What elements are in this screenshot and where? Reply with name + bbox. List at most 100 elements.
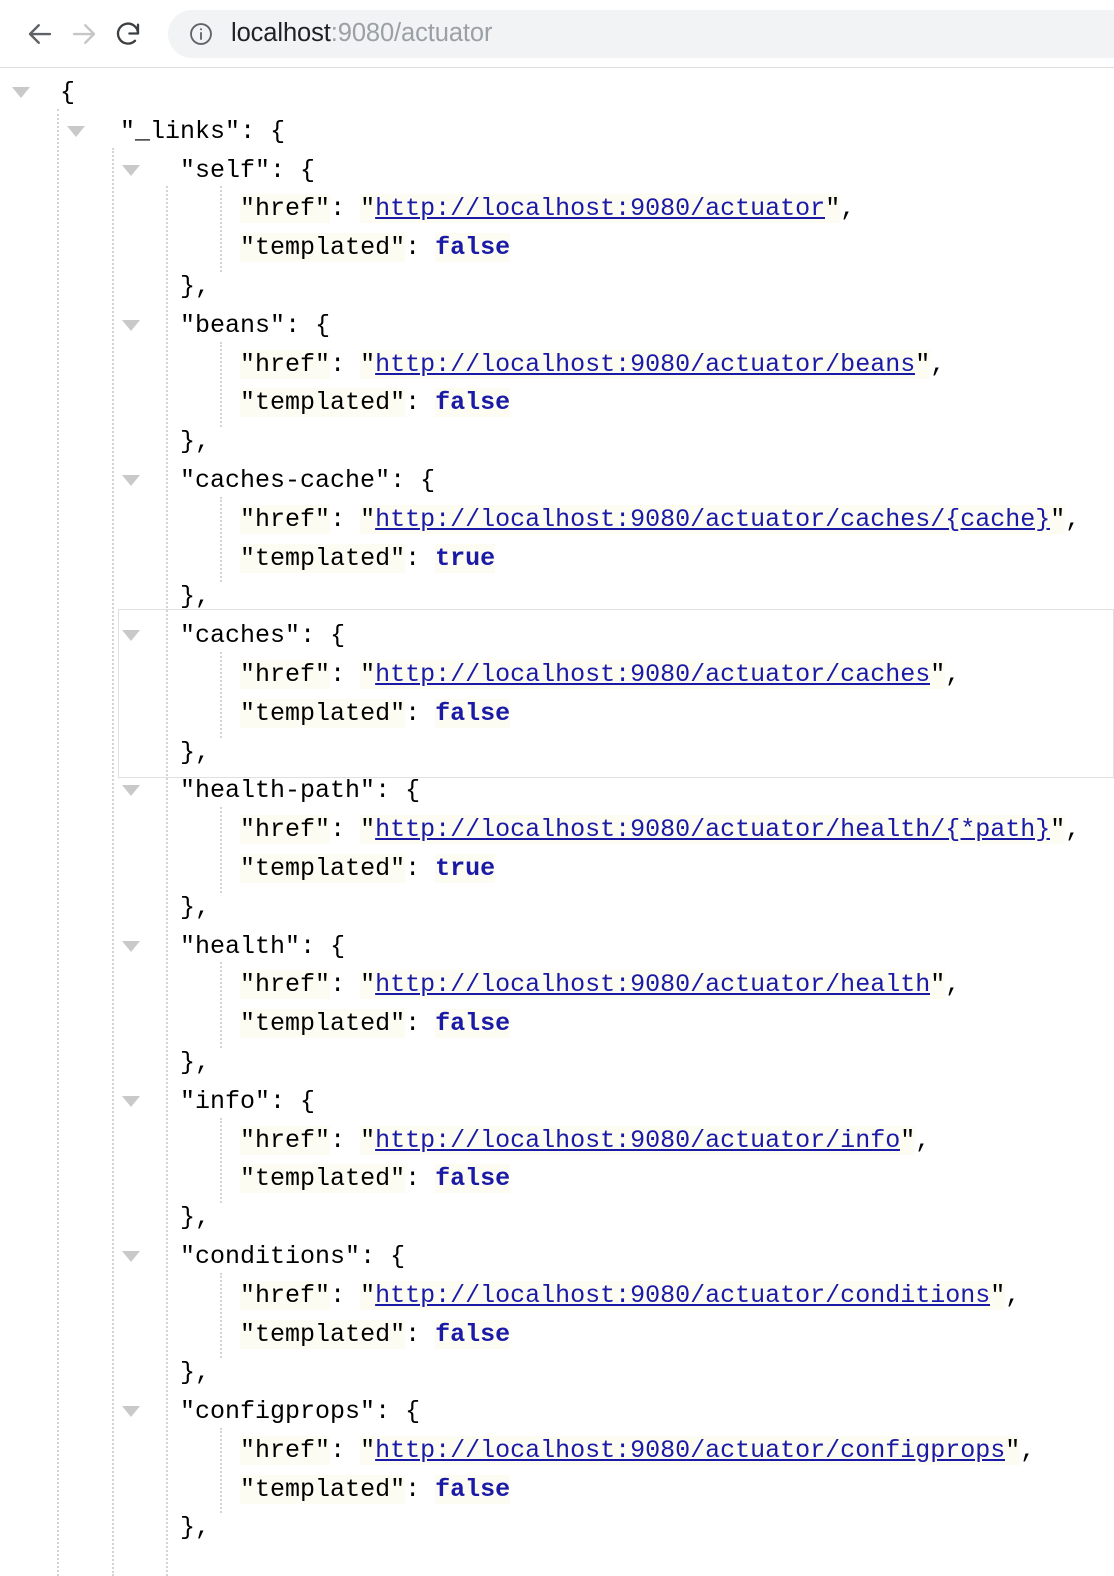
json-link-caches[interactable]: http://localhost:9080/actuator/caches: [375, 659, 931, 689]
json-templated-beans: "templated": false: [240, 388, 511, 418]
browser-toolbar: localhost:9080/actuator: [0, 0, 1114, 68]
disclosure-triangle-root[interactable]: [12, 87, 30, 98]
json-key-info: "info": {: [180, 1086, 316, 1116]
json-key-conditions: "conditions": {: [180, 1241, 406, 1271]
json-close-beans: },: [0, 427, 211, 457]
json-href-caches: "href": "http://localhost:9080/actuator/…: [240, 659, 961, 689]
json-key-health: "health": {: [180, 931, 346, 961]
json-templated-value-beans: false: [435, 388, 511, 418]
disclosure-triangle-health[interactable]: [122, 940, 140, 952]
json-link-health-path[interactable]: http://localhost:9080/actuator/health/{*…: [375, 815, 1051, 845]
json-link-beans[interactable]: http://localhost:9080/actuator/beans: [375, 349, 916, 379]
json-line-templated-health-path: "templated": true: [0, 850, 1114, 889]
disclosure-triangle-health-path[interactable]: [122, 785, 140, 797]
json-line-close-self: },: [0, 268, 1114, 307]
disclosure-triangle-beans[interactable]: [122, 319, 140, 331]
json-templated-conditions: "templated": false: [240, 1319, 511, 1349]
url-path: :9080/actuator: [330, 19, 493, 47]
json-href-caches-cache: "href": "http://localhost:9080/actuator/…: [240, 504, 1081, 534]
back-button[interactable]: [18, 12, 62, 56]
json-line-href-caches: "href": "http://localhost:9080/actuator/…: [0, 656, 1114, 695]
json-line-href-conditions: "href": "http://localhost:9080/actuator/…: [0, 1277, 1114, 1316]
arrow-right-icon: [69, 19, 99, 49]
json-templated-value-caches-cache: true: [435, 543, 496, 573]
disclosure-triangle-links[interactable]: [67, 125, 85, 137]
json-templated-configprops: "templated": false: [240, 1474, 511, 1504]
json-href-conditions: "href": "http://localhost:9080/actuator/…: [240, 1280, 1021, 1310]
json-templated-health-path: "templated": true: [240, 853, 496, 883]
json-templated-info: "templated": false: [240, 1164, 511, 1194]
json-line-templated-conditions: "templated": false: [0, 1316, 1114, 1355]
reload-icon: [113, 19, 143, 49]
json-viewer-body: { "_links": { "self": { "href": "http://…: [0, 68, 1114, 1576]
info-circle-icon[interactable]: [188, 21, 214, 47]
json-close-configprops: },: [0, 1513, 211, 1543]
json-key-self: "self": {: [180, 155, 316, 185]
json-key-beans: "beans": {: [180, 310, 331, 340]
json-key-caches: "caches": {: [180, 621, 346, 651]
json-link-configprops[interactable]: http://localhost:9080/actuator/configpro…: [375, 1435, 1006, 1465]
reload-button[interactable]: [106, 12, 150, 56]
json-href-beans: "href": "http://localhost:9080/actuator/…: [240, 349, 946, 379]
json-templated-self: "templated": false: [240, 233, 511, 263]
disclosure-triangle-self[interactable]: [122, 164, 140, 176]
json-link-conditions[interactable]: http://localhost:9080/actuator/condition…: [375, 1280, 991, 1310]
json-key-health-path: "health-path": {: [180, 776, 421, 806]
json-templated-value-info: false: [435, 1164, 511, 1194]
json-key-configprops: "configprops": {: [180, 1397, 421, 1427]
disclosure-triangle-info[interactable]: [122, 1095, 140, 1107]
json-templated-health: "templated": false: [240, 1009, 511, 1039]
json-templated-value-self: false: [435, 233, 511, 263]
json-templated-caches-cache: "templated": true: [240, 543, 496, 573]
json-line-href-caches-cache: "href": "http://localhost:9080/actuator/…: [0, 501, 1114, 540]
json-line-templated-caches-cache: "templated": true: [0, 540, 1114, 579]
json-line-root-open: {: [0, 74, 1114, 113]
json-link-caches-cache[interactable]: http://localhost:9080/actuator/caches/{c…: [375, 504, 1051, 534]
disclosure-triangle-configprops[interactable]: [122, 1406, 140, 1418]
disclosure-triangle-conditions[interactable]: [122, 1250, 140, 1262]
json-templated-value-health: false: [435, 1009, 511, 1039]
json-line-key-conditions: "conditions": {: [0, 1238, 1114, 1277]
json-link-health[interactable]: http://localhost:9080/actuator/health: [375, 970, 931, 1000]
json-href-info: "href": "http://localhost:9080/actuator/…: [240, 1125, 931, 1155]
json-link-info[interactable]: http://localhost:9080/actuator/info: [375, 1125, 901, 1155]
address-bar[interactable]: localhost:9080/actuator: [168, 9, 1114, 58]
disclosure-triangle-caches-cache[interactable]: [122, 474, 140, 486]
json-line-templated-configprops: "templated": false: [0, 1471, 1114, 1510]
json-href-health: "href": "http://localhost:9080/actuator/…: [240, 970, 961, 1000]
json-line-href-configprops: "href": "http://localhost:9080/actuator/…: [0, 1432, 1114, 1471]
url-host: localhost: [231, 19, 331, 47]
json-close-conditions: },: [0, 1358, 211, 1388]
json-href-self: "href": "http://localhost:9080/actuator"…: [240, 194, 856, 224]
json-close-health-path: },: [0, 892, 211, 922]
json-templated-value-health-path: true: [435, 853, 496, 883]
json-line-key-beans: "beans": {: [0, 307, 1114, 346]
json-templated-value-conditions: false: [435, 1319, 511, 1349]
json-link-self[interactable]: http://localhost:9080/actuator: [375, 194, 826, 224]
json-line-key-caches-cache: "caches-cache": {: [0, 462, 1114, 501]
json-line-templated-caches: "templated": false: [0, 695, 1114, 734]
json-key-caches-cache: "caches-cache": {: [180, 465, 436, 495]
json-close-health: },: [0, 1047, 211, 1077]
json-close-self: },: [0, 271, 211, 301]
json-line-close-caches: },: [0, 734, 1114, 773]
json-line-key-info: "info": {: [0, 1083, 1114, 1122]
forward-button[interactable]: [62, 12, 106, 56]
json-close-caches-cache: },: [0, 582, 211, 612]
json-line-links-open: "_links": {: [0, 113, 1114, 152]
json-line-href-info: "href": "http://localhost:9080/actuator/…: [0, 1122, 1114, 1161]
json-line-key-self: "self": {: [0, 152, 1114, 191]
json-line-href-beans: "href": "http://localhost:9080/actuator/…: [0, 346, 1114, 385]
json-templated-value-caches: false: [435, 698, 511, 728]
json-href-configprops: "href": "http://localhost:9080/actuator/…: [240, 1435, 1036, 1465]
json-templated-caches: "templated": false: [240, 698, 511, 728]
json-line-close-health: },: [0, 1044, 1114, 1083]
json-close-caches: },: [0, 737, 211, 767]
json-href-health-path: "href": "http://localhost:9080/actuator/…: [240, 815, 1081, 845]
json-templated-value-configprops: false: [435, 1474, 511, 1504]
arrow-left-icon: [25, 19, 55, 49]
disclosure-triangle-caches[interactable]: [122, 630, 140, 642]
json-links-key-line: "_links": {: [120, 116, 286, 146]
json-line-key-health: "health": {: [0, 928, 1114, 967]
url-text[interactable]: localhost:9080/actuator: [231, 19, 492, 48]
